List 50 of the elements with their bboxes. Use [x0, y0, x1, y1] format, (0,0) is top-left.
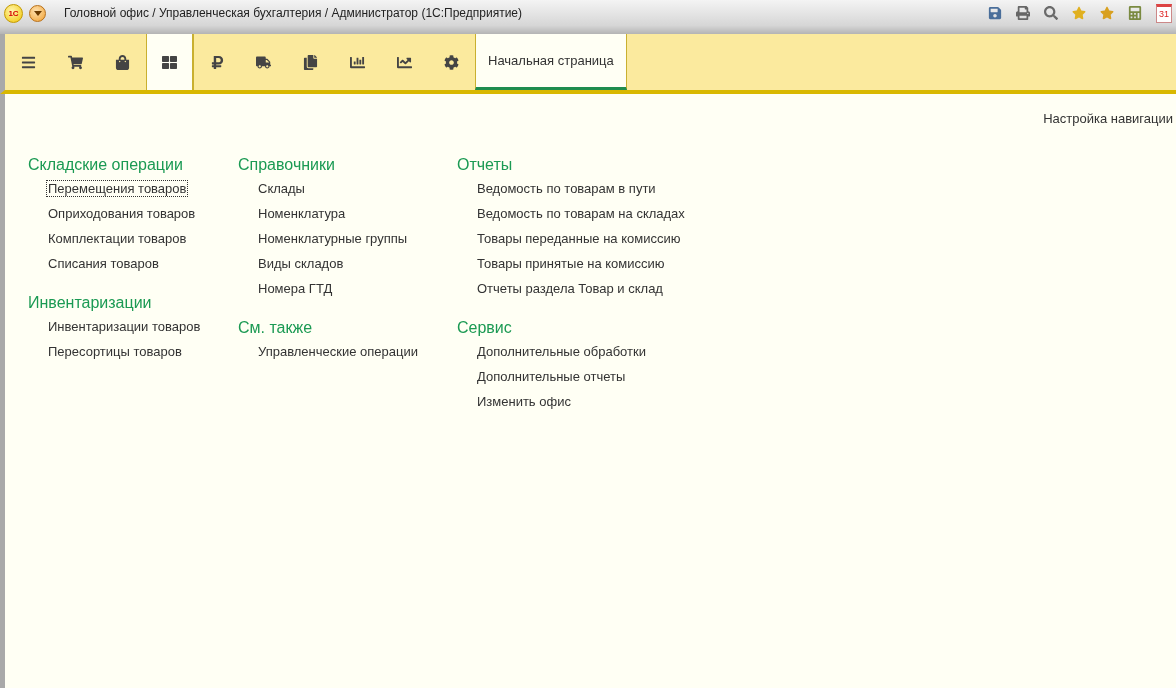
cart-icon [68, 54, 83, 70]
group-heading: Складские операции [28, 156, 183, 174]
nav-link[interactable]: Номенклатура [257, 205, 347, 230]
nav-link[interactable]: Оприходования товаров [47, 205, 197, 230]
nav-link[interactable]: Товары принятые на комиссию [476, 255, 666, 280]
nav-link[interactable]: Отчеты раздела Товар и склад [476, 280, 664, 305]
copies-icon [303, 54, 318, 70]
nav-link[interactable]: Комплектации товаров [47, 230, 188, 255]
group-heading: Отчеты [457, 156, 513, 174]
save-icon[interactable] [986, 4, 1004, 22]
calendar-icon[interactable]: 31 [1156, 3, 1172, 23]
bag-icon [115, 54, 130, 70]
gear-icon [444, 54, 459, 70]
menu-icon [21, 54, 36, 70]
nav-link[interactable]: Склады [257, 180, 306, 205]
nav-link[interactable]: Пересортицы товаров [47, 343, 183, 368]
menu-button[interactable] [29, 4, 46, 22]
app-logo[interactable]: 1С [4, 3, 23, 23]
truck-icon [256, 54, 271, 70]
nav-link[interactable]: Управленческие операции [257, 343, 419, 368]
caret-icon [33, 10, 42, 16]
nav-link[interactable]: Номенклатурные группы [257, 230, 409, 255]
nav-link[interactable]: Перемещения товаров [47, 180, 188, 205]
nav-link[interactable]: Инвентаризации товаров [47, 318, 202, 343]
nav-link[interactable]: Дополнительные отчеты [476, 368, 627, 393]
nav-link[interactable]: Товары переданные на комиссию [476, 230, 682, 255]
group-heading: См. также [238, 319, 313, 337]
ruble-icon [209, 54, 225, 70]
bars-icon [350, 54, 365, 70]
nav-link[interactable]: Ведомость по товарам в пути [476, 180, 657, 205]
group-heading: Сервис [457, 319, 512, 337]
preview-icon[interactable] [1042, 4, 1060, 22]
nav-link[interactable]: Ведомость по товарам на складах [476, 205, 686, 230]
nav-link[interactable]: Списания товаров [47, 255, 160, 280]
navigation-settings-link[interactable]: Настройка навигации [1043, 111, 1173, 126]
star-icon[interactable] [1070, 4, 1088, 22]
nav-link[interactable]: Изменить офис [476, 393, 572, 418]
print-icon[interactable] [1014, 4, 1032, 22]
nav-link[interactable]: Номера ГТД [257, 280, 334, 305]
group-heading: Инвентаризации [28, 294, 152, 312]
grid-icon [162, 54, 177, 70]
window-title: Головной офис / Управленческая бухгалтерия / Администратор (1С:Предприятие) [64, 6, 523, 20]
nav-link[interactable]: Виды складов [257, 255, 345, 280]
trend-icon [397, 54, 412, 70]
section-button[interactable] [146, 34, 193, 90]
nav-link[interactable]: Дополнительные обработки [476, 343, 647, 368]
calculator-icon[interactable] [1126, 4, 1144, 22]
group-heading: Справочники [238, 156, 335, 174]
tab[interactable]: Начальная страница [475, 34, 627, 90]
star-icon[interactable] [1098, 4, 1116, 22]
